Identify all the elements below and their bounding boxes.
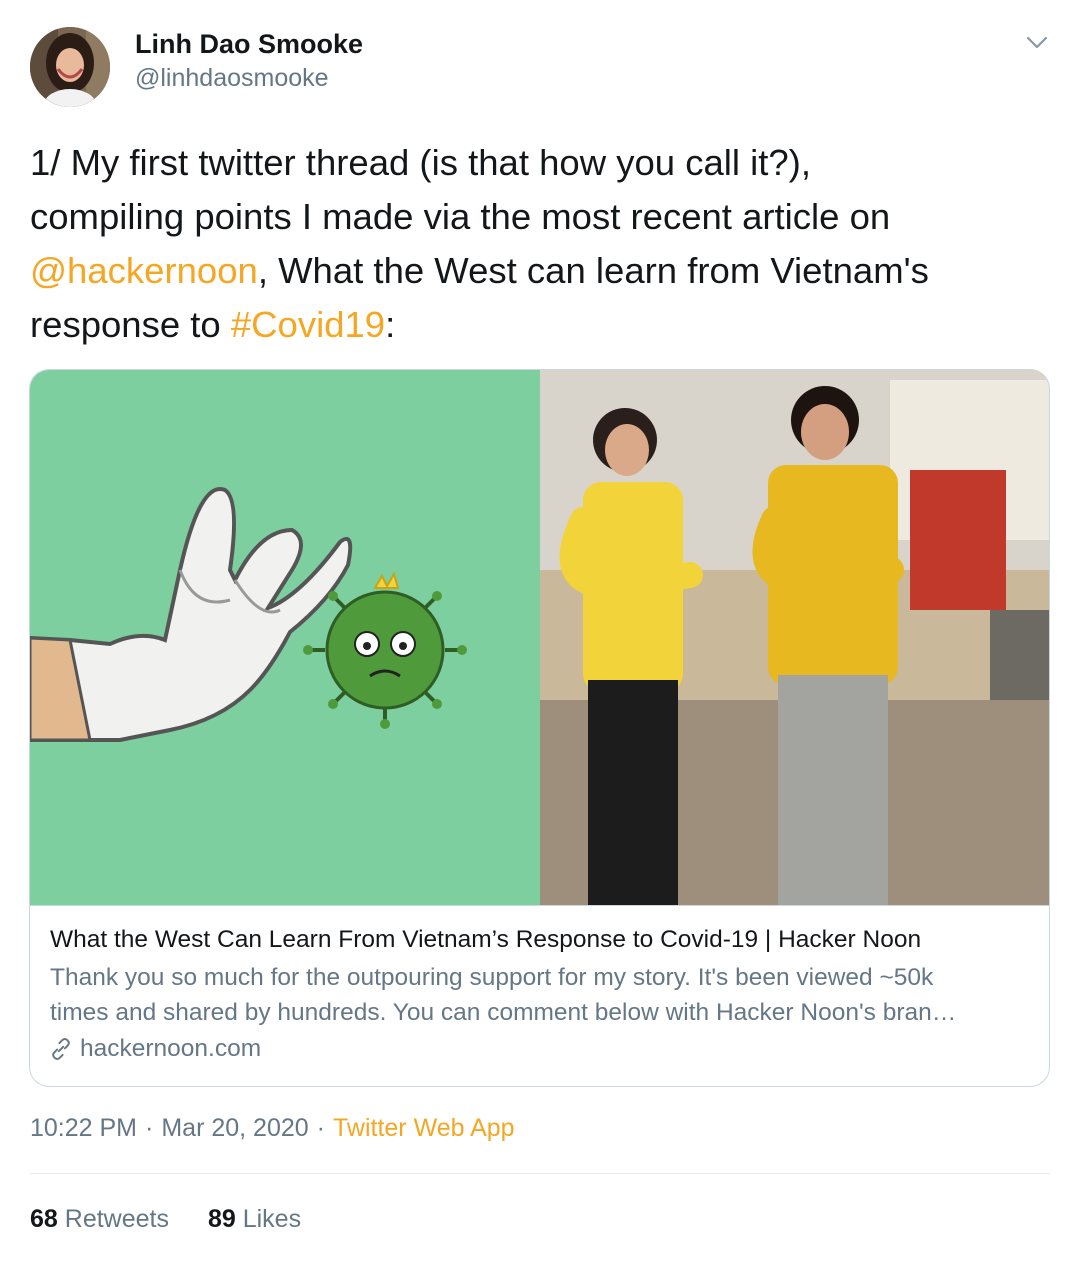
tweet-text-segment: response to — [30, 304, 231, 345]
tweet-text-segment: 1/ My first twitter thread (is that how … — [30, 142, 811, 183]
card-domain-text: hackernoon.com — [80, 1035, 262, 1062]
retweets-label: Retweets — [64, 1205, 169, 1233]
tweet-time[interactable]: 10:22 PM — [30, 1114, 137, 1142]
tweet-line: compiling points I made via the most rec… — [30, 190, 1060, 244]
tweet-text-segment: : — [385, 304, 396, 345]
card-domain: hackernoon.com — [48, 1035, 261, 1063]
likes-count: 89 — [207, 1205, 236, 1233]
tweet-text-segment: compiling points I made via the most rec… — [30, 196, 891, 237]
likes-stat[interactable]: 89 Likes — [208, 1205, 301, 1233]
tweet-text-segment: , What the West can learn from Vietnam's — [257, 250, 929, 291]
retweets-count: 68 — [30, 1205, 58, 1233]
chevron-down-icon[interactable] — [1024, 32, 1050, 52]
link-icon — [52, 1038, 70, 1060]
retweets-stat[interactable]: 68 Retweets — [30, 1205, 169, 1233]
tweet-meta: 10:22 PM · Mar 20, 2020 · Twitter Web App — [30, 1114, 515, 1142]
tweet-stats: 68 Retweets 89 Likes — [30, 1205, 333, 1234]
avatar-image — [30, 27, 110, 107]
card-description: Thank you so much for the outpouring sup… — [50, 964, 957, 1026]
card-title: What the West Can Learn From Vietnam’s R… — [50, 926, 922, 953]
likes-label: Likes — [242, 1205, 302, 1233]
author-handle[interactable]: @linhdaosmooke — [135, 64, 329, 93]
tweet-line: @hackernoon, What the West can learn fro… — [30, 244, 1060, 298]
tweet-date[interactable]: Mar 20, 2020 — [161, 1114, 308, 1142]
card-info[interactable]: What the West Can Learn From Vietnam’s R… — [30, 905, 1049, 1086]
link-card[interactable]: What the West Can Learn From Vietnam’s R… — [29, 369, 1050, 1087]
tweet-source-app[interactable]: Twitter Web App — [333, 1114, 515, 1142]
tweet-text: 1/ My first twitter thread (is that how … — [30, 136, 1060, 352]
tweet-line: 1/ My first twitter thread (is that how … — [30, 136, 1060, 190]
hashtag-link[interactable]: #Covid19 — [231, 304, 385, 345]
card-image — [30, 370, 1049, 905]
mention-link[interactable]: @hackernoon — [30, 250, 258, 291]
tweet-line: response to #Covid19: — [30, 298, 1060, 352]
author-name[interactable]: Linh Dao Smooke — [135, 29, 363, 60]
divider — [30, 1173, 1050, 1174]
avatar[interactable] — [30, 27, 110, 107]
